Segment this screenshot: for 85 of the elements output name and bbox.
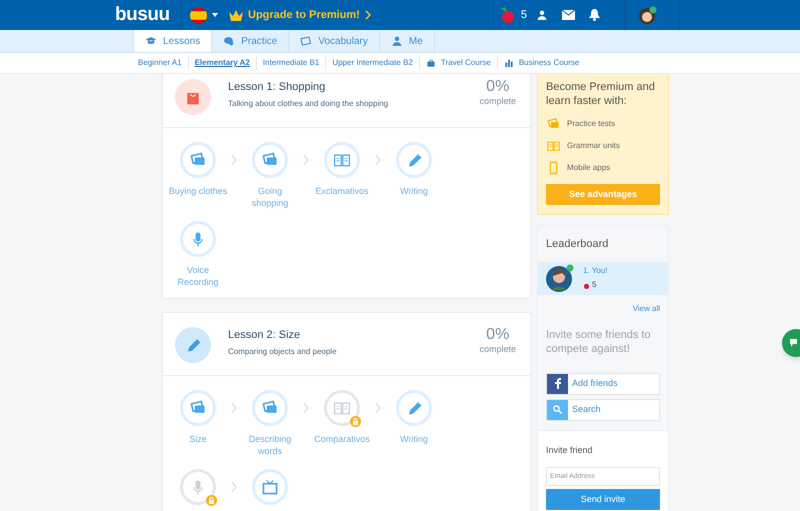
bell-icon[interactable] [589,9,600,21]
card-icon [300,35,312,47]
leaderboard-row[interactable]: 1. You! 5 [538,262,668,294]
feature-label: Grammar units [567,140,620,152]
leaderboard-name[interactable]: 1. You! [583,265,608,277]
activity-label[interactable]: Exclamativos [312,185,372,197]
activity-label[interactable]: Buying clothes [168,185,228,197]
activity-button[interactable] [252,469,288,505]
course-level-link[interactable]: Beginner A1 [132,57,188,69]
lock-icon [206,495,217,506]
leaderboard-heading: Leaderboard [545,237,610,252]
chevron-right-icon [375,154,381,166]
chevron-right-icon [231,154,237,166]
search-icon [553,405,562,414]
lesson-subtitle: Comparing objects and people [228,346,338,358]
course-level-link[interactable]: Business Course [498,57,586,69]
activity-label[interactable]: Comparativos [312,433,372,445]
activity-label[interactable]: Writing [384,433,444,445]
spain-flag-icon[interactable] [190,6,207,24]
activity-button[interactable] [396,142,432,178]
lock-icon [350,416,361,427]
caret-icon[interactable] [212,13,218,17]
lesson-title[interactable]: Lesson 2: Size [228,327,480,344]
course-level-link[interactable]: Elementary A2 [188,57,256,69]
crown-icon [228,8,244,22]
activity-label[interactable]: Writing [384,185,444,197]
progress-percent: 0% [486,327,510,343]
raspberry-icon [498,6,515,24]
chevron-right-icon [303,402,309,414]
send-invite-button[interactable]: Send invite [546,489,660,510]
view-all-link[interactable]: View all [632,302,660,314]
progress-label: complete [479,343,516,356]
lesson-title[interactable]: Lesson 1: Shopping [228,79,480,96]
book-icon [546,139,561,153]
activity-label[interactable]: Describing words [240,433,300,457]
activity-button[interactable] [252,142,288,178]
activity-button[interactable] [252,390,288,426]
course-level-link[interactable]: Intermediate B1 [256,57,326,69]
graduation-cap-icon [145,35,157,47]
nav-tab[interactable]: Lessons [133,30,212,52]
feature-label: Practice tests [567,118,616,130]
activity-label[interactable]: Voice Recording [168,264,228,288]
activity-label[interactable]: Size [168,433,228,445]
chevron-right-icon [303,154,309,166]
activity-label[interactable]: Going shopping [240,185,300,209]
feature-label: Mobile apps [567,162,610,174]
activity-button[interactable] [396,390,432,426]
facebook-icon [554,378,560,389]
see-advantages-button[interactable]: See advantages [546,184,660,205]
activity-button[interactable] [180,142,216,178]
suitcase-icon [426,58,436,68]
activity-button[interactable] [180,469,216,505]
add-friends-button[interactable]: Add friends [546,372,660,394]
invite-heading: Invite friend [546,444,594,456]
speech-bubble-icon [223,35,236,47]
raspberry-icon [583,282,590,288]
cards-icon [546,117,561,131]
avatar-icon[interactable] [639,6,657,24]
activity-button[interactable] [324,390,360,426]
invite-message: Invite some friends to compete against! [545,328,652,356]
logo[interactable]: busuu [115,0,181,30]
avatar-icon [546,264,574,292]
leaderboard-points: 5 [592,279,596,291]
course-level-link[interactable]: Travel Course [420,57,497,69]
search-friends-button[interactable]: Search [546,398,660,420]
bar-chart-icon [504,58,514,68]
user-icon[interactable] [536,9,548,21]
activity-button[interactable] [180,390,216,426]
chevron-right-icon[interactable] [364,10,371,20]
course-level-link[interactable]: Upper Intermediate B2 [326,57,419,69]
tv-icon [261,478,279,496]
chevron-right-icon [231,481,237,493]
lesson-subtitle: Talking about clothes and doing the shopping [228,98,390,110]
speech-bubble-icon [790,339,797,347]
upgrade-link[interactable]: Upgrade to Premium! [248,6,360,24]
mail-icon[interactable] [562,10,575,20]
activity-button[interactable] [180,221,216,257]
progress-label: complete [479,95,516,108]
progress-percent: 0% [486,79,510,95]
chevron-right-icon [375,402,381,414]
user-icon [390,35,403,47]
chevron-right-icon [231,402,237,414]
activity-button[interactable] [324,142,360,178]
points-count: 5 [520,8,527,23]
premium-heading: Become Premium and learn faster with: [546,80,656,108]
